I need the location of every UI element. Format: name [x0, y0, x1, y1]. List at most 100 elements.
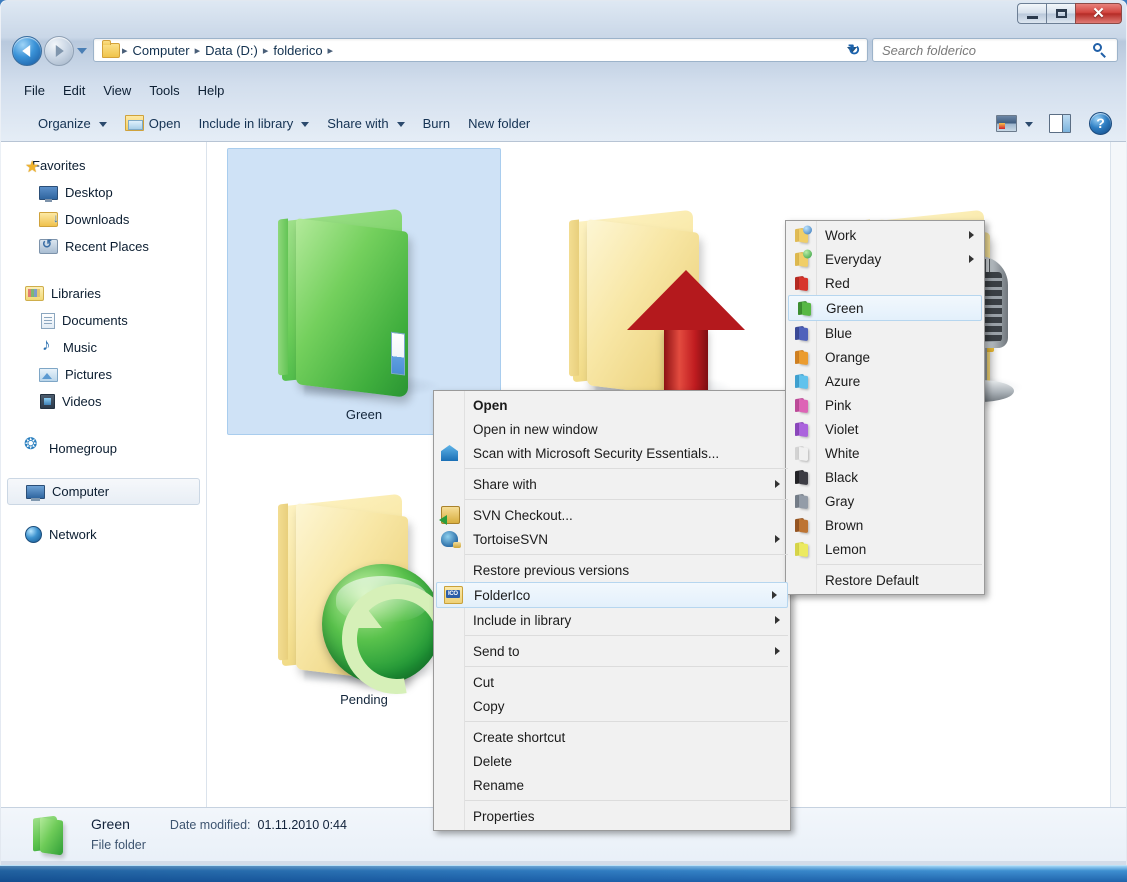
folder-spine [278, 503, 288, 660]
desktop-icon [39, 186, 58, 200]
menu-edit[interactable]: Edit [54, 81, 94, 100]
change-view-icon[interactable] [996, 115, 1017, 132]
folderico-item-brown[interactable]: Brown [786, 513, 984, 537]
breadcrumb-separator-0[interactable]: ▸ [120, 44, 130, 57]
taskbar[interactable] [0, 865, 1127, 882]
sidebar-item-recent-places[interactable]: Recent Places [1, 233, 206, 260]
breadcrumb-data-d[interactable]: Data (D:) [202, 43, 261, 58]
sidebar-item-videos[interactable]: Videos [1, 388, 206, 415]
refresh-button[interactable]: ↻ [843, 39, 865, 61]
search-box[interactable]: Search folderico [872, 38, 1118, 62]
breadcrumb-folderico[interactable]: folderico [270, 43, 325, 58]
sidebar-label-videos: Videos [62, 394, 102, 409]
close-button[interactable]: ✕ [1075, 3, 1122, 24]
folderico-item-gray[interactable]: Gray [786, 489, 984, 513]
folder-gray-icon [794, 494, 810, 509]
details-name: Green [91, 814, 130, 836]
sidebar-item-music[interactable]: Music [1, 334, 206, 361]
folderico-item-black[interactable]: Black [786, 465, 984, 489]
maximize-button[interactable] [1046, 3, 1075, 24]
sidebar-label-pictures: Pictures [65, 367, 112, 382]
help-icon[interactable]: ? [1089, 112, 1112, 135]
sidebar-item-downloads[interactable]: Downloads [1, 206, 206, 233]
vertical-scrollbar[interactable] [1110, 142, 1127, 808]
address-bar[interactable]: ▸ Computer ▸ Data (D:) ▸ folderico ▸ [93, 38, 868, 62]
context-item-include-in-library[interactable]: Include in library [434, 608, 790, 632]
sync-arrow-tip [348, 606, 382, 628]
include-in-library-button[interactable]: Include in library [190, 112, 319, 135]
folderico-item-red[interactable]: Red [786, 271, 984, 295]
minimize-button[interactable] [1017, 3, 1046, 24]
chevron-down-icon [397, 122, 405, 127]
navigation-pane: Favorites Desktop Downloads Recent Place… [1, 142, 207, 808]
breadcrumb-separator-1[interactable]: ▸ [193, 44, 203, 57]
menu-file[interactable]: File [15, 81, 54, 100]
folderico-item-white[interactable]: White [786, 441, 984, 465]
sidebar-item-favorites[interactable]: Favorites [1, 152, 206, 179]
sidebar-item-libraries[interactable]: Libraries [1, 280, 206, 307]
share-with-button[interactable]: Share with [318, 112, 413, 135]
sidebar-item-documents[interactable]: Documents [1, 307, 206, 334]
context-item-cut[interactable]: Cut [434, 670, 790, 694]
context-item-tortoisesvn[interactable]: TortoiseSVN [434, 527, 790, 551]
folder-front [799, 399, 808, 413]
context-item-properties[interactable]: Properties [434, 804, 790, 828]
nav-spacer [1, 264, 206, 280]
view-chevron-down-icon[interactable] [1025, 122, 1033, 127]
context-item-open[interactable]: Open [434, 393, 790, 417]
folderico-item-everyday[interactable]: Everyday [786, 247, 984, 271]
context-item-restore-previous-versions[interactable]: Restore previous versions [434, 558, 790, 582]
sidebar-item-network[interactable]: Network [1, 521, 206, 548]
folderico-item-lemon[interactable]: Lemon [786, 537, 984, 561]
back-button[interactable] [12, 36, 42, 66]
breadcrumb-separator-3[interactable]: ▸ [326, 44, 336, 57]
folder-white-icon [794, 446, 810, 461]
sidebar-item-computer[interactable]: Computer [7, 478, 200, 505]
folderico-item-green[interactable]: Green [788, 295, 982, 321]
folderico-item-pink[interactable]: Pink [786, 393, 984, 417]
menu-tools[interactable]: Tools [140, 81, 188, 100]
folderico-item-violet[interactable]: Violet [786, 417, 984, 441]
folder-front-leaf [40, 817, 63, 855]
context-item-svn-checkout[interactable]: SVN Checkout... [434, 503, 790, 527]
preview-pane-icon[interactable] [1049, 114, 1071, 133]
sidebar-item-desktop[interactable]: Desktop [1, 179, 206, 206]
folderico-item-work[interactable]: Work [786, 223, 984, 247]
recent-pages-chevron-down-icon[interactable] [77, 48, 87, 54]
menu-view[interactable]: View [94, 81, 140, 100]
sidebar-item-homegroup[interactable]: Homegroup [1, 435, 206, 462]
sidebar-item-pictures[interactable]: Pictures [1, 361, 206, 388]
folder-front [799, 277, 808, 291]
context-item-folderico[interactable]: FolderIco [436, 582, 788, 608]
search-icon[interactable] [1093, 43, 1108, 58]
folder-blue-icon [794, 326, 810, 341]
menu-help[interactable]: Help [189, 81, 234, 100]
new-folder-button[interactable]: New folder [459, 112, 539, 135]
organize-button[interactable]: Organize [29, 112, 116, 135]
explorer-window: ✕ ▸ Computer ▸ Data (D:) ▸ folderico ▸ [0, 0, 1127, 866]
search-input[interactable]: Search folderico [882, 43, 1093, 58]
context-item-share-with[interactable]: Share with [434, 472, 790, 496]
forward-button[interactable] [44, 36, 74, 66]
folderico-item-orange[interactable]: Orange [786, 345, 984, 369]
context-item-scan-with-mse[interactable]: Scan with Microsoft Security Essentials.… [434, 441, 790, 465]
context-item-create-shortcut[interactable]: Create shortcut [434, 725, 790, 749]
context-item-send-to[interactable]: Send to [434, 639, 790, 663]
folder-green-icon [797, 301, 813, 316]
context-item-delete[interactable]: Delete [434, 749, 790, 773]
burn-button[interactable]: Burn [414, 112, 459, 135]
menu-bar: File Edit View Tools Help [1, 79, 1127, 102]
folderico-item-restore-default[interactable]: Restore Default [786, 568, 984, 592]
open-button[interactable]: Open [116, 111, 190, 135]
context-item-open-in-new-window[interactable]: Open in new window [434, 417, 790, 441]
nav-spacer [1, 419, 206, 435]
breadcrumb-computer[interactable]: Computer [130, 43, 193, 58]
context-item-copy[interactable]: Copy [434, 694, 790, 718]
folderico-item-azure[interactable]: Azure [786, 369, 984, 393]
breadcrumb-separator-2[interactable]: ▸ [261, 44, 271, 57]
context-item-rename[interactable]: Rename [434, 773, 790, 797]
folder-front [799, 471, 808, 485]
folderico-item-blue[interactable]: Blue [786, 321, 984, 345]
context-item-label: Properties [473, 809, 535, 824]
folderico-item-label: Restore Default [825, 573, 919, 588]
